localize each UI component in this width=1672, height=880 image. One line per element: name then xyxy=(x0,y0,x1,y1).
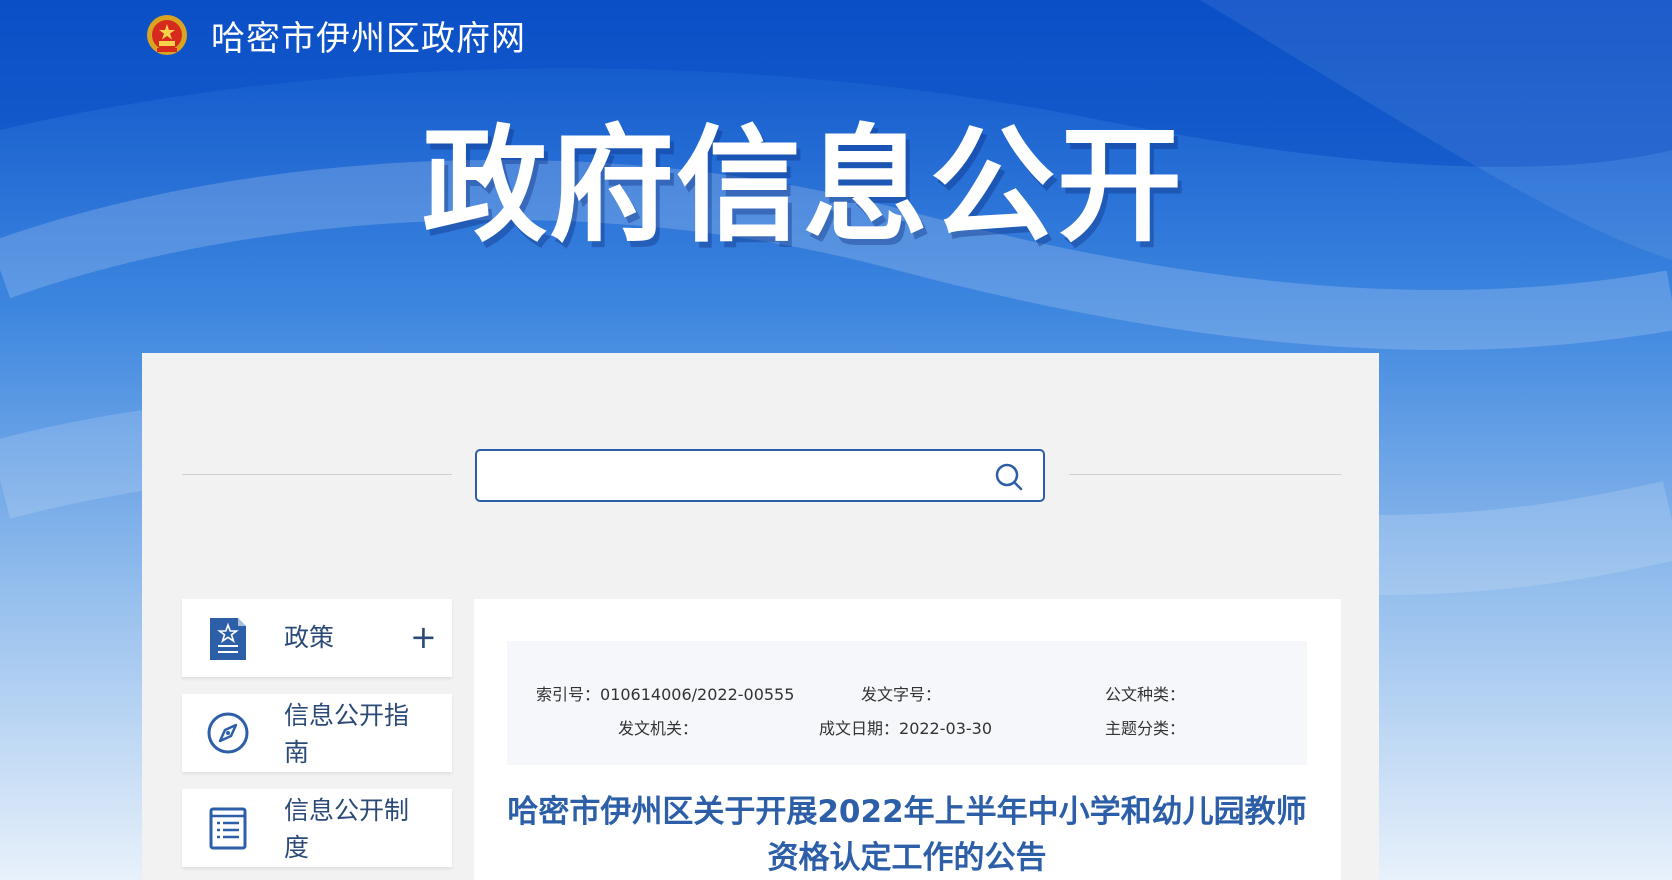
list-document-icon xyxy=(209,807,247,850)
compass-icon xyxy=(207,712,249,754)
meta-value: 010614006/2022-00555 xyxy=(600,685,795,704)
meta-doc-no: 发文字号： xyxy=(861,681,941,705)
meta-label: 索引号： xyxy=(536,685,601,704)
sidebar-item-label: 政策 xyxy=(284,623,335,652)
search-icon[interactable] xyxy=(993,461,1025,493)
sidebar-item-disclosure-guide[interactable]: 信息公开指南 xyxy=(182,694,452,772)
search-divider-right xyxy=(1069,474,1341,475)
policy-document-icon xyxy=(210,618,246,660)
search-divider-left xyxy=(182,474,452,475)
sidebar-item-label: 信息公开指南 xyxy=(284,701,410,767)
meta-label: 成文日期： xyxy=(819,719,900,738)
meta-label: 发文字号： xyxy=(861,685,942,704)
sidebar-item-label: 信息公开制度 xyxy=(284,796,410,862)
main-article: 索引号：010614006/2022-00555 发文字号： 公文种类： 发文机… xyxy=(474,599,1341,880)
meta-label: 主题分类： xyxy=(1105,719,1186,738)
meta-date: 成文日期：2022-03-30 xyxy=(819,715,992,739)
plus-icon[interactable]: + xyxy=(410,619,437,655)
meta-doc-type: 公文种类： xyxy=(1105,681,1185,705)
sidebar-item-disclosure-system[interactable]: 信息公开制度 xyxy=(182,789,452,867)
article-meta: 索引号：010614006/2022-00555 发文字号： 公文种类： 发文机… xyxy=(507,641,1307,765)
article-title: 哈密市伊州区关于开展2022年上半年中小学和幼儿园教师资格认定工作的公告 xyxy=(507,794,1307,876)
content-panel: 政策 + 信息公开指南 信息公开制度 索引号：010614006/2022-00… xyxy=(142,353,1379,880)
meta-label: 发文机关： xyxy=(618,719,699,738)
meta-issuer: 发文机关： xyxy=(618,715,698,739)
search-input[interactable] xyxy=(487,459,971,495)
search-box xyxy=(475,449,1045,502)
site-name: 哈密市伊州区政府网 xyxy=(211,18,526,59)
hero-title: 政府信息公开 xyxy=(422,114,1184,259)
meta-value: 2022-03-30 xyxy=(899,719,992,738)
side-nav: 政策 + 信息公开指南 信息公开制度 xyxy=(182,599,452,880)
meta-label: 公文种类： xyxy=(1105,685,1186,704)
meta-topic: 主题分类： xyxy=(1105,715,1185,739)
site-header[interactable]: 哈密市伊州区政府网 xyxy=(145,10,526,60)
sidebar-item-policy[interactable]: 政策 + xyxy=(182,599,452,677)
national-emblem-icon xyxy=(147,15,187,55)
page: 哈密市伊州区政府网 政府信息公开 政策 + 信息公开指南 信息公开制度 索引号：… xyxy=(0,0,1672,880)
meta-index: 索引号：010614006/2022-00555 xyxy=(536,681,794,705)
